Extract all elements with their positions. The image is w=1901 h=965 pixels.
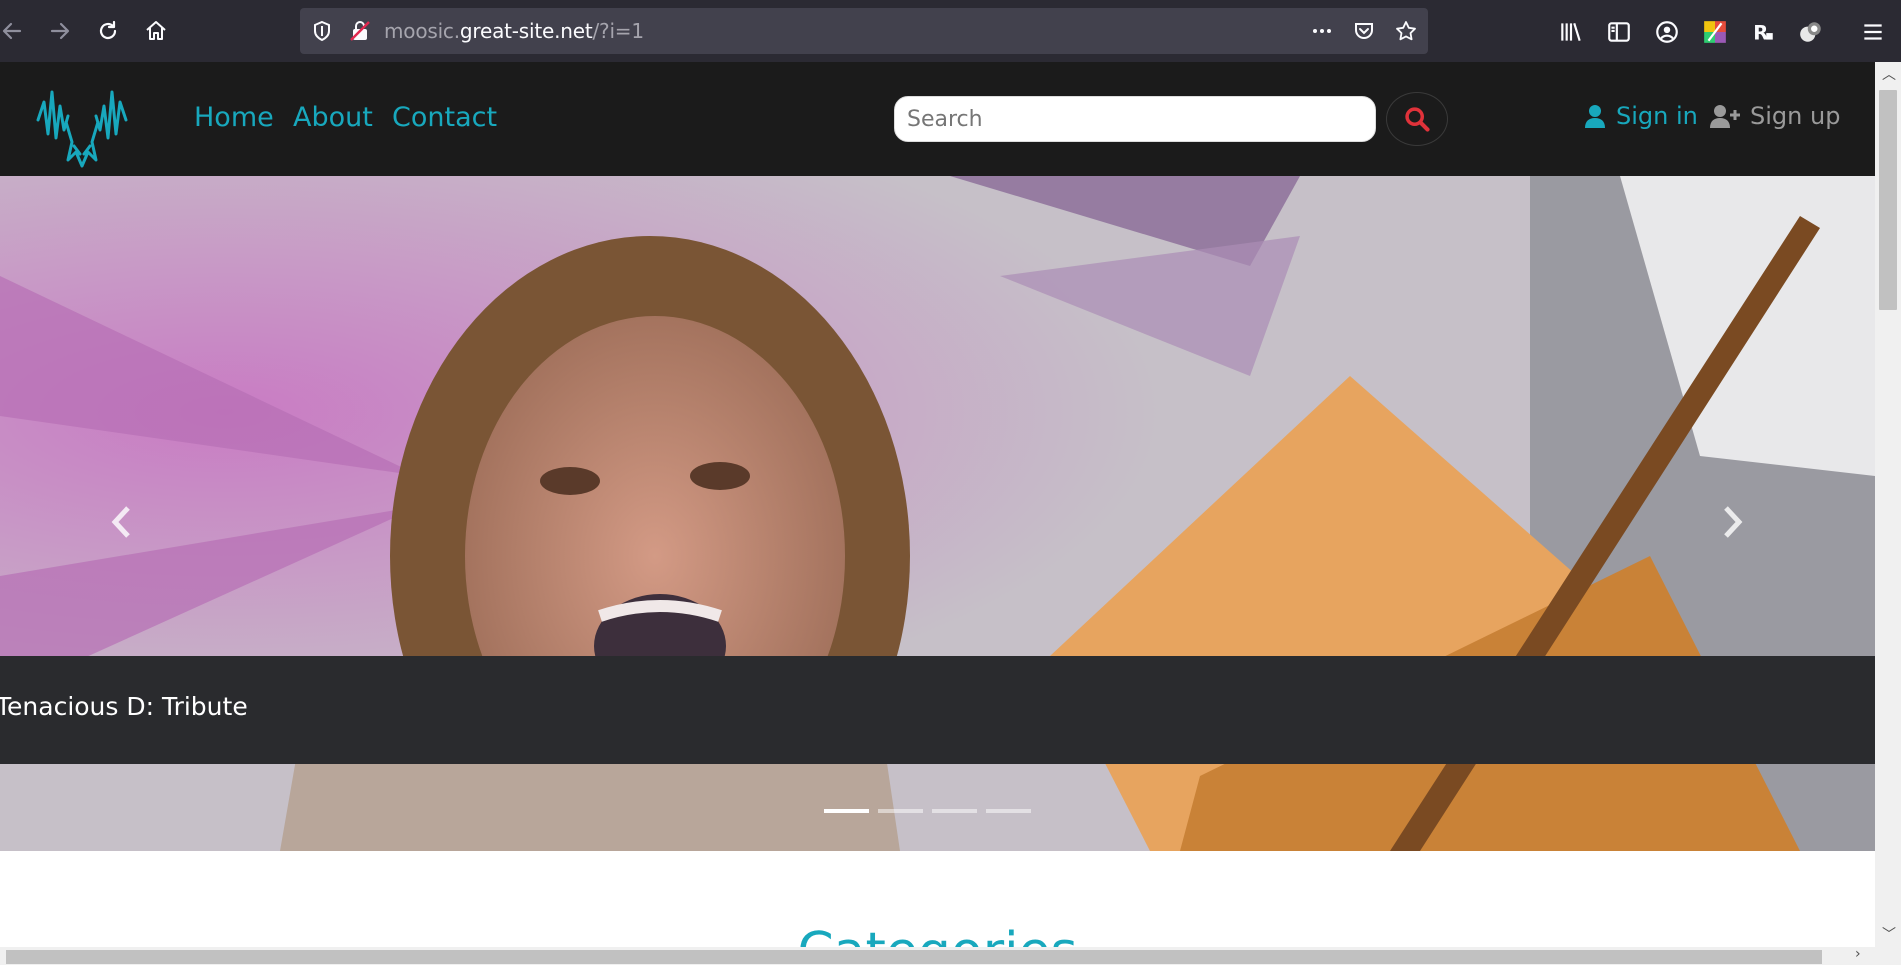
shield-icon[interactable] [310, 19, 334, 43]
user-icon [1585, 105, 1605, 128]
svg-text:R: R [1753, 22, 1768, 45]
carousel-indicators [824, 809, 1031, 813]
search-button[interactable] [1386, 92, 1448, 146]
site-logo[interactable] [36, 72, 128, 168]
hero-carousel: Tenacious D: Tribute [0, 176, 1875, 851]
carousel-caption: Tenacious D: Tribute [0, 656, 1875, 764]
url-path: /?i=1 [592, 19, 645, 43]
back-button[interactable] [0, 13, 30, 49]
carousel-next-button[interactable] [1712, 492, 1752, 552]
sidebar-icon[interactable] [1606, 19, 1632, 45]
url-prefix: moosic. [384, 19, 460, 43]
sign-in-label: Sign in [1616, 102, 1698, 130]
account-icon[interactable] [1654, 19, 1680, 45]
horizontal-scrollbar[interactable]: › [0, 946, 1875, 965]
sign-up-label: Sign up [1750, 102, 1841, 130]
forward-button[interactable] [42, 13, 78, 49]
nav-link-home[interactable]: Home [194, 102, 274, 133]
search-icon [1405, 107, 1430, 132]
url-bar[interactable]: moosic.great-site.net/?i=1 [300, 8, 1428, 54]
home-button[interactable] [138, 13, 174, 49]
extension-icon[interactable]: R [1750, 19, 1776, 45]
url-domain: great-site.net [459, 19, 593, 43]
menu-icon[interactable] [1860, 19, 1886, 45]
insecure-lock-icon[interactable] [348, 19, 372, 43]
site-navbar: Home About Contact Sign in Sign up [0, 62, 1875, 176]
forward-icon [50, 22, 70, 40]
search-input[interactable] [894, 96, 1376, 142]
horizontal-scroll-thumb[interactable] [6, 950, 1822, 964]
sign-in-link[interactable]: Sign in [1584, 102, 1698, 130]
nav-link-about[interactable]: About [293, 102, 373, 133]
browser-toolbar: moosic.great-site.net/?i=1 R [0, 0, 1901, 62]
carousel-indicator[interactable] [986, 809, 1031, 813]
home-icon [146, 21, 166, 40]
extension-icon[interactable] [1798, 19, 1824, 45]
reload-button[interactable] [90, 13, 126, 49]
extension-icon[interactable] [1702, 19, 1728, 45]
pocket-icon[interactable] [1352, 19, 1376, 43]
url-text[interactable]: moosic.great-site.net/?i=1 [384, 8, 644, 54]
scroll-right-icon[interactable]: › [1855, 946, 1861, 962]
carousel-prev-button[interactable] [102, 492, 142, 552]
more-icon[interactable] [1310, 19, 1334, 43]
carousel-indicator[interactable] [824, 809, 869, 813]
caption-title: Tenacious D: Tribute [0, 692, 248, 721]
scroll-down-icon[interactable]: ﹀ [1882, 924, 1896, 944]
page-viewport: Home About Contact Sign in Sign up [0, 62, 1875, 947]
reload-icon [99, 20, 117, 40]
vertical-scroll-thumb[interactable] [1879, 90, 1897, 310]
carousel-indicator[interactable] [878, 809, 923, 813]
sign-up-link[interactable]: Sign up [1710, 102, 1840, 130]
user-plus-icon [1710, 105, 1740, 128]
chevron-left-icon [111, 506, 130, 538]
scroll-up-icon[interactable]: ︿ [1882, 64, 1896, 84]
categories-heading: Categories [0, 922, 1875, 947]
nav-link-contact[interactable]: Contact [392, 102, 497, 133]
scroll-corner [1875, 947, 1901, 965]
vertical-scrollbar[interactable]: ︿ ﹀ [1875, 62, 1901, 947]
carousel-indicator[interactable] [932, 809, 977, 813]
library-icon[interactable] [1558, 19, 1584, 45]
back-icon [2, 22, 22, 40]
star-icon[interactable] [1394, 19, 1418, 43]
chevron-right-icon [1724, 506, 1743, 538]
